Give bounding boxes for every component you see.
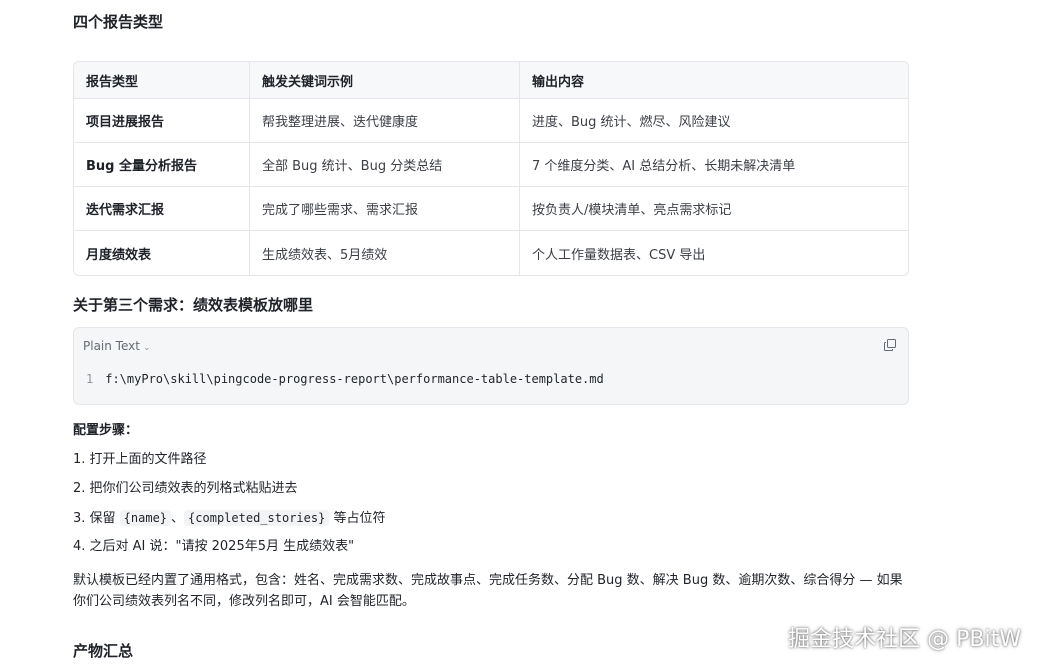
steps-title: 配置步骤： [73,423,139,438]
report-types-table: 报告类型 触发关键词示例 输出内容 项目进展报告 帮我整理进展、迭代健康度 进度… [73,61,909,276]
section-heading-artifacts: 产物汇总 [73,642,134,660]
table-header-cell: 输出内容 [520,62,908,99]
chevron-down-icon: ⌄ [142,343,151,353]
table-row: Bug 全量分析报告 全部 Bug 统计、Bug 分类总结 7 个维度分类、AI… [74,143,908,187]
watermark: 掘金技术社区 @ PBitW [788,627,1021,652]
line-number: 1 [86,372,94,386]
table-cell: 按负责人/模块清单、亮点需求标记 [520,187,908,231]
table-cell: 生成绩效表、5月绩效 [250,231,520,275]
code-text: f:\myPro\skill\pingcode-progress-report\… [105,372,604,386]
list-item: 1. 打开上面的文件路径 [73,452,207,467]
code-language-selector[interactable]: Plain Text ⌄ [83,339,151,353]
list-item: 4. 之后对 AI 说："请按 2025年5月 生成绩效表" [73,539,355,554]
copy-icon[interactable] [884,339,896,351]
table-cell: 全部 Bug 统计、Bug 分类总结 [250,143,520,187]
table-row: 迭代需求汇报 完成了哪些需求、需求汇报 按负责人/模块清单、亮点需求标记 [74,187,908,231]
code-block: Plain Text ⌄ 1 f:\myPro\skill\pingcode-pro… [73,327,909,405]
table-cell: 7 个维度分类、AI 总结分析、长期未解决清单 [520,143,908,187]
table-cell: 完成了哪些需求、需求汇报 [250,187,520,231]
section-heading-report-types: 四个报告类型 [73,13,164,31]
table-cell: 帮我整理进展、迭代健康度 [250,99,520,143]
table-cell: 项目进展报告 [74,99,250,143]
code-language-label: Plain Text [83,339,140,353]
list-item: 3. 保留 {name}、 {completed_stories} 等占位符 [73,508,385,537]
list-item-text: 3. 保留 [73,511,120,526]
table-row: 项目进展报告 帮我整理进展、迭代健康度 进度、Bug 统计、燃尽、风险建议 [74,99,908,143]
table-cell: 进度、Bug 统计、燃尽、风险建议 [520,99,908,143]
table-cell: Bug 全量分析报告 [74,143,250,187]
inline-code-completed-stories: {completed_stories} [184,510,330,526]
inline-code-name: {name} [119,510,172,526]
list-item-text: 、 [171,511,185,526]
section-heading-template-location: 关于第三个需求：绩效表模板放哪里 [73,296,314,314]
table-cell: 个人工作量数据表、CSV 导出 [532,247,706,263]
table-cell: 迭代需求汇报 [74,187,250,231]
steps-list: 1. 打开上面的文件路径 2. 把你们公司绩效表的列格式粘贴进去 3. 保留 {… [73,450,385,566]
table-header-row: 报告类型 触发关键词示例 输出内容 [74,62,908,99]
code-line[interactable]: 1 f:\myPro\skill\pingcode-progress-report… [86,372,604,386]
table-row: 月度绩效表 生成绩效表、5月绩效 个人工作量数据表、CSV 导出 [74,231,908,275]
list-item: 2. 把你们公司绩效表的列格式粘贴进去 [73,481,298,496]
table-header-cell: 触发关键词示例 [250,62,520,99]
list-item-text: 等占位符 [329,511,386,526]
table-header-cell: 报告类型 [74,62,250,99]
description-paragraph: 默认模板已经内置了通用格式，包含：姓名、完成需求数、完成故事点、完成任务数、分配… [73,573,903,609]
table-cell: 月度绩效表 [74,231,250,275]
